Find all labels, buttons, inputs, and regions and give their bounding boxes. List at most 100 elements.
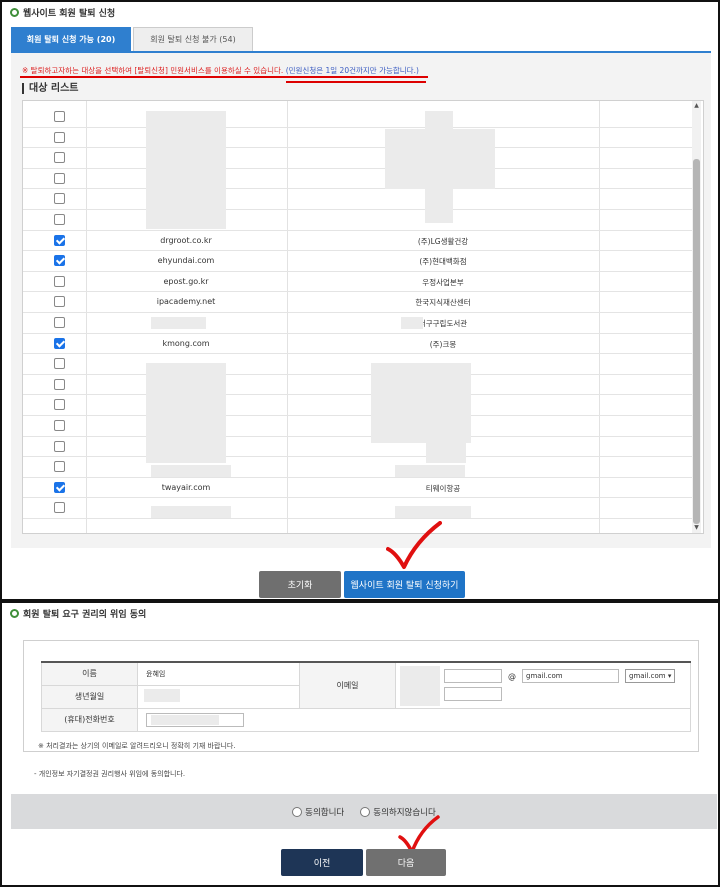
row-company: (주)현대백화점 [419,257,467,267]
scroll-down-icon[interactable]: ▼ [693,525,700,531]
table-row[interactable]: ipacademy.net 한국지식재산센터 [23,292,693,313]
result-note: ※ 처리결과는 상기의 이메일로 알려드리오니 정확히 기재 바랍니다. [38,742,236,750]
table-row[interactable]: drgroot.co.kr (주)LG생활건강 [23,231,693,252]
email-label: 이메일 [299,661,396,709]
birth-label: 생년월일 [41,684,138,709]
row-checkbox[interactable] [54,131,65,143]
table-row[interactable] [23,128,693,149]
next-button[interactable]: 다음 [366,849,446,876]
annotation-underline [286,81,426,83]
table-row[interactable] [23,148,693,169]
table-row[interactable] [23,416,693,437]
row-checkbox[interactable] [54,440,65,452]
row-company: 서구구립도서관 [418,319,468,328]
blurred-region [425,111,453,223]
row-checkbox[interactable] [54,481,65,493]
info-table: 이름 윤혜임 이메일 @ gmail.com gmail.com ▾ 생년월일 … [41,661,691,732]
row-domain: ehyundai.com [157,256,215,266]
tab-available[interactable]: 회원 탈퇴 신청 가능 (20) [11,27,131,52]
blurred-region [401,317,423,329]
blurred-region [151,506,231,518]
table-row[interactable]: 서구구립도서관 [23,313,693,334]
table-row[interactable] [23,107,693,128]
table-row[interactable] [23,375,693,396]
row-domain: ipacademy.net [156,297,216,307]
row-company: 우정사업본부 [422,277,464,287]
blurred-region [395,506,471,518]
row-domain: kmong.com [162,338,210,348]
row-domain: epost.go.kr [163,276,209,286]
radio-icon[interactable] [360,807,371,817]
section-title: 웹사이트 회원 탈퇴 신청 [10,6,115,19]
row-checkbox[interactable] [54,172,65,184]
list-title: 대상 리스트 [22,83,78,94]
target-list[interactable]: drgroot.co.kr (주)LG생활건강 ehyundai.com (주)현대백… [22,100,704,534]
delegation-note: - 개인정보 자기결정권 권리행사 위임에 동의합니다. [34,770,186,778]
table-row[interactable] [23,354,693,375]
bullet-icon [10,8,19,17]
annotation-underline [20,76,428,78]
phone-input[interactable] [146,712,244,727]
notice-text: ※ 탈퇴하고자하는 대상을 선택하여 [탈퇴신청] 민원서비스를 이용하실 수 … [22,65,419,76]
table-row[interactable]: kmong.com (주)크몽 [23,334,693,355]
row-checkbox[interactable] [54,317,65,328]
blurred-region [146,111,226,229]
blurred-region [144,689,180,702]
notice-main: ※ 탈퇴하고자하는 대상을 선택하여 [탈퇴신청] 민원서비스를 이용하실 수 … [22,66,284,75]
scroll-up-icon[interactable]: ▲ [693,103,700,109]
table-row[interactable] [23,498,693,519]
reset-button[interactable]: 초기화 [259,571,341,598]
row-checkbox[interactable] [54,337,65,349]
name-value: 윤혜임 [137,661,300,686]
email-id-input[interactable] [444,669,502,684]
table-row[interactable] [23,457,693,478]
tab-unavailable[interactable]: 회원 탈퇴 신청 불가 (54) [133,27,253,52]
notice-limit: (민원신청은 1일 20건까지만 가능합니다.) [285,66,419,75]
bullet-icon [10,609,19,618]
table-row[interactable]: epost.go.kr 우정사업본부 [23,272,693,293]
table-row[interactable] [23,189,693,210]
table-row[interactable] [23,395,693,416]
consent-bar: 동의합니다 동의하지않습니다 [11,794,717,829]
apply-withdrawal-button[interactable]: 웹사이트 회원 탈퇴 신청하기 [344,571,465,598]
row-checkbox[interactable] [54,502,65,514]
row-checkbox[interactable] [54,255,65,267]
annotation-checkmark-icon [386,521,442,569]
row-checkbox[interactable] [54,275,65,287]
scrollbar-thumb[interactable] [693,159,700,524]
table-row[interactable] [23,210,693,231]
row-checkbox[interactable] [54,234,65,246]
table-row[interactable] [23,169,693,190]
blurred-region [146,363,226,463]
row-checkbox[interactable] [54,193,65,205]
phone-label: (휴대)전화번호 [41,707,138,732]
section-title: 회원 탈퇴 요구 권리의 위임 동의 [10,607,146,620]
email-domain-input[interactable]: gmail.com [522,669,619,684]
radio-icon[interactable] [292,807,303,817]
row-domain: drgroot.co.kr [160,235,212,245]
row-checkbox[interactable] [54,111,65,122]
row-company: (주)크몽 [429,339,457,349]
blurred-region [151,465,231,477]
row-checkbox[interactable] [54,461,65,473]
row-company: (주)LG생활건강 [417,236,469,246]
row-checkbox[interactable] [54,399,65,411]
agree-option[interactable]: 동의합니다 [292,806,344,818]
chevron-down-icon: ▾ [667,672,672,681]
name-label: 이름 [41,661,138,686]
row-checkbox[interactable] [54,378,65,390]
row-company: 한국지식재산센터 [415,298,471,308]
table-row[interactable]: twayair.com 티웨이항공 [23,478,693,499]
row-checkbox[interactable] [54,296,65,308]
email-confirm-input[interactable] [444,687,502,702]
email-domain-select[interactable]: gmail.com ▾ [625,669,676,684]
table-row[interactable]: ehyundai.com (주)현대백화점 [23,251,693,272]
row-checkbox[interactable] [54,152,65,164]
table-row[interactable] [23,437,693,458]
row-checkbox[interactable] [54,358,65,370]
row-checkbox[interactable] [54,214,65,225]
row-checkbox[interactable] [54,420,65,431]
prev-button[interactable]: 이전 [281,849,363,876]
row-company: 티웨이항공 [425,483,461,493]
email-at-sign: @ [508,671,516,681]
